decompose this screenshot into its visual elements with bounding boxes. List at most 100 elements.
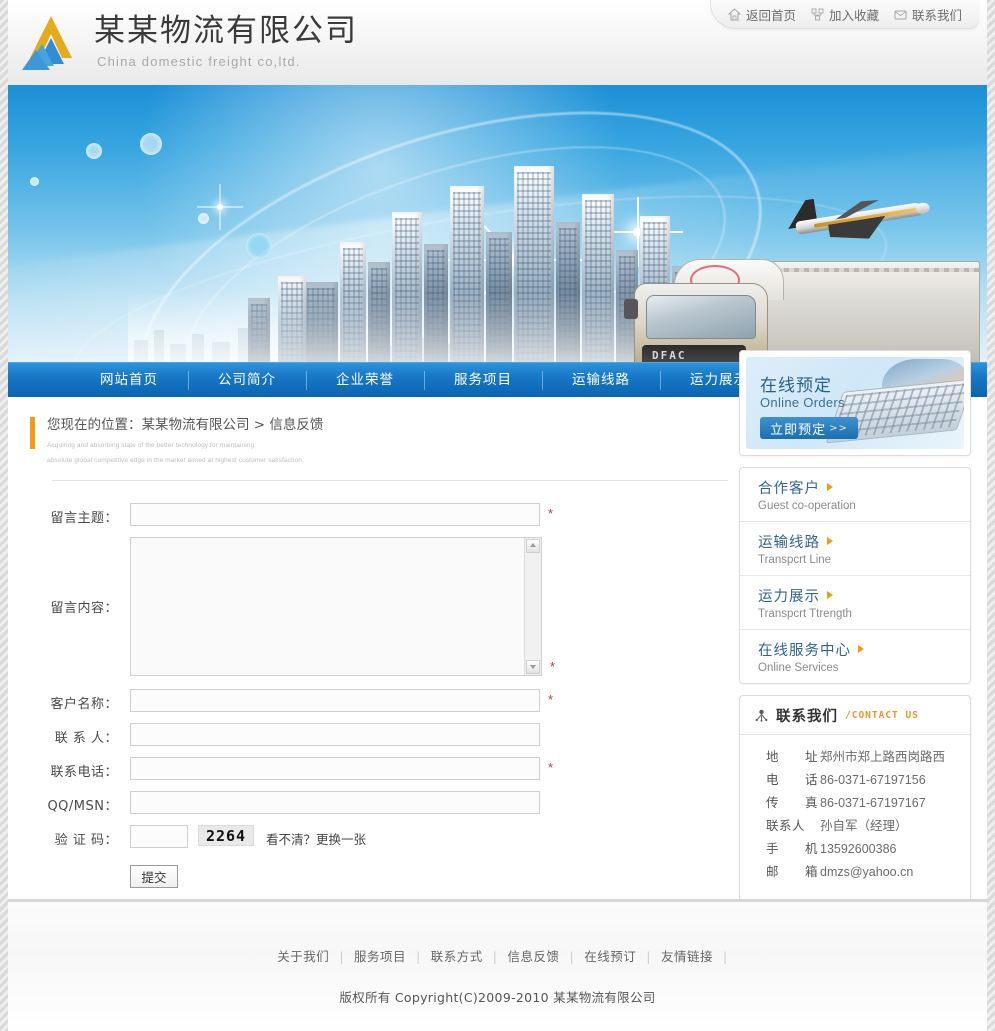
- footer-separator: |: [492, 949, 498, 964]
- required-mark: *: [550, 659, 556, 674]
- contact-value-person: 孙自军（经理）: [820, 819, 908, 833]
- site-title-cn: 某某物流有限公司: [94, 13, 358, 49]
- content-textarea[interactable]: [131, 538, 525, 675]
- scroll-down-icon[interactable]: [526, 660, 540, 674]
- breadcrumb-text: 您现在的位置：某某物流有限公司 > 信息反馈: [47, 417, 324, 433]
- nav-item: 运输线路: [542, 363, 660, 398]
- sidebar-item-capacity[interactable]: 运力展示 Transpcrt Ttrength: [740, 576, 970, 630]
- footer-copyright: 版权所有 Copyright(C)2009-2010 某某物流有限公司: [339, 990, 656, 1005]
- order-now-button[interactable]: 立即预定 >>: [760, 417, 858, 439]
- nav-link-home[interactable]: 网站首页: [70, 363, 188, 398]
- footer-link-contact[interactable]: 联系方式: [421, 949, 493, 964]
- sidebar-item-capacity-label: 运力展示: [758, 589, 820, 605]
- breadcrumb: 您现在的位置：某某物流有限公司 > 信息反馈 Acquiring and abs…: [30, 415, 730, 465]
- qq-msn-input[interactable]: [130, 791, 540, 814]
- site-title-en: China domestic freight co,ltd.: [97, 54, 301, 69]
- sidebar-item-online-services-label: 在线服务中心: [758, 643, 851, 659]
- page-frame-left: [0, 0, 8, 1031]
- label-customer: 客户名称：: [50, 697, 118, 712]
- online-orders-card: 在线预定 Online Orders 立即预定 >>: [739, 350, 971, 456]
- site-logo[interactable]: 某某物流有限公司 China domestic freight co,ltd.: [20, 14, 358, 72]
- label-qq-msn: QQ/MSN：: [47, 799, 118, 814]
- favorite-icon: [811, 8, 824, 21]
- contact-key-email: 邮 箱: [766, 864, 819, 879]
- toplink-home[interactable]: 返回首页: [722, 5, 802, 24]
- captcha-image[interactable]: 2264: [198, 825, 254, 846]
- nav-item: 网站首页: [70, 363, 188, 398]
- toplink-contact[interactable]: 联系我们: [888, 5, 968, 24]
- contact-key-fax: 传 真: [766, 795, 819, 810]
- chevron-right-icon: [827, 537, 833, 545]
- sidebar-item-routes-label: 运输线路: [758, 535, 820, 551]
- phone-input[interactable]: [130, 757, 540, 780]
- toplink-favorite[interactable]: 加入收藏: [805, 5, 885, 24]
- contact-person-input[interactable]: [130, 723, 540, 746]
- footer-link-about[interactable]: 关于我们: [267, 949, 339, 964]
- site-header: 某某物流有限公司 China domestic freight co,ltd. …: [8, 0, 987, 85]
- captcha-input[interactable]: [130, 825, 188, 848]
- captcha-refresh-link[interactable]: 看不清？更换一张: [266, 825, 366, 848]
- form-row-customer: 客户名称： *: [30, 689, 730, 712]
- form-row-captcha: 验 证 码： 2264 看不清？更换一张: [30, 825, 730, 848]
- contact-us-details: 地 址 郑州市郑上路西岗路西 电 话 86-0371-67197156 传 真 …: [740, 735, 970, 905]
- form-row-subject: 留言主题： *: [30, 503, 730, 526]
- label-contact-person: 联 系 人：: [54, 731, 118, 746]
- top-utility-bar: 返回首页 加入收藏 联系我们: [710, 0, 979, 29]
- nav-link-routes[interactable]: 运输线路: [542, 363, 660, 398]
- label-subject: 留言主题：: [50, 511, 118, 526]
- contact-row-address: 地 址 郑州市郑上路西岗路西: [766, 749, 970, 765]
- scroll-up-icon[interactable]: [526, 539, 540, 553]
- form-row-phone: 联系电话： *: [30, 757, 730, 780]
- contact-row-email: 邮 箱 dmzs@yahoo.cn: [766, 864, 970, 880]
- sidebar-item-routes-en: Transpcrt Line: [758, 554, 832, 566]
- contact-row-mobile: 手 机 13592600386: [766, 841, 970, 857]
- mail-icon: [894, 8, 907, 21]
- sidebar-item-online-services[interactable]: 在线服务中心 Online Services: [740, 630, 970, 683]
- subject-input[interactable]: [130, 503, 540, 526]
- contact-value-email: dmzs@yahoo.cn: [820, 865, 914, 879]
- content-area: 您现在的位置：某某物流有限公司 > 信息反馈 Acquiring and abs…: [8, 350, 987, 906]
- footer-link-feedback[interactable]: 信息反馈: [498, 949, 570, 964]
- required-mark: *: [548, 692, 554, 707]
- customer-input[interactable]: [130, 689, 540, 712]
- breadcrumb-subtext-line1: Acquiring and absorbing state of the bet…: [47, 442, 255, 449]
- sidebar-item-partners-label: 合作客户: [758, 481, 820, 497]
- contact-us-title-cn: 联系我们: [776, 709, 838, 725]
- breadcrumb-subtext-line2: absolute global competitive edge in the …: [47, 457, 304, 464]
- chevron-right-icon: [858, 645, 864, 653]
- site-footer: 关于我们 | 服务项目 | 联系方式 | 信息反馈 | 在线预订 | 友情链接 | 版权所有 Copy…: [8, 899, 987, 1031]
- site-title-block: 某某物流有限公司 China domestic freight co,ltd.: [94, 14, 358, 69]
- contact-us-header: 联系我们 /CONTACT US: [740, 696, 970, 735]
- toplink-home-label: 返回首页: [745, 8, 796, 23]
- feedback-form: 留言主题： * 留言内容： * 客户名称： * 联 系 人： 联系电话： * Q…: [30, 503, 730, 888]
- required-mark: *: [548, 760, 554, 775]
- contact-row-phone: 电 话 86-0371-67197156: [766, 772, 970, 788]
- nav-item: 公司简介: [188, 363, 306, 398]
- nav-link-services[interactable]: 服务项目: [424, 363, 542, 398]
- form-row-contact-person: 联 系 人：: [30, 723, 730, 746]
- home-icon: [727, 7, 742, 21]
- footer-link-friendly-links[interactable]: 友情链接: [651, 949, 723, 964]
- sidebar-item-routes[interactable]: 运输线路 Transpcrt Line: [740, 522, 970, 576]
- logo-mountain-icon: [20, 14, 82, 72]
- contact-value-address: 郑州市郑上路西岗路西: [820, 750, 946, 764]
- toplink-contact-label: 联系我们: [912, 8, 963, 23]
- submit-button[interactable]: 提交: [130, 865, 178, 888]
- footer-link-online-order[interactable]: 在线预订: [574, 949, 646, 964]
- form-row-content: 留言内容： *: [30, 537, 730, 676]
- textarea-scrollbar[interactable]: [524, 538, 541, 675]
- nav-link-honors[interactable]: 企业荣誉: [306, 363, 424, 398]
- breadcrumb-accent-bar: [30, 417, 35, 449]
- sidebar-item-partners[interactable]: 合作客户 Guest co-operation: [740, 468, 970, 522]
- page-frame-right: [987, 0, 995, 1031]
- banner-bubble: [86, 143, 102, 159]
- footer-separator: |: [722, 949, 728, 964]
- nav-link-about[interactable]: 公司简介: [188, 363, 306, 398]
- toplink-favorite-label: 加入收藏: [828, 8, 879, 23]
- contact-value-fax: 86-0371-67197167: [820, 796, 926, 810]
- contact-us-card: 联系我们 /CONTACT US 地 址 郑州市郑上路西岗路西 电 话 86-0…: [739, 695, 971, 906]
- nav-item: 服务项目: [424, 363, 542, 398]
- content-textarea-wrapper: [130, 537, 542, 676]
- footer-link-services[interactable]: 服务项目: [344, 949, 416, 964]
- main-column: 您现在的位置：某某物流有限公司 > 信息反馈 Acquiring and abs…: [30, 415, 730, 888]
